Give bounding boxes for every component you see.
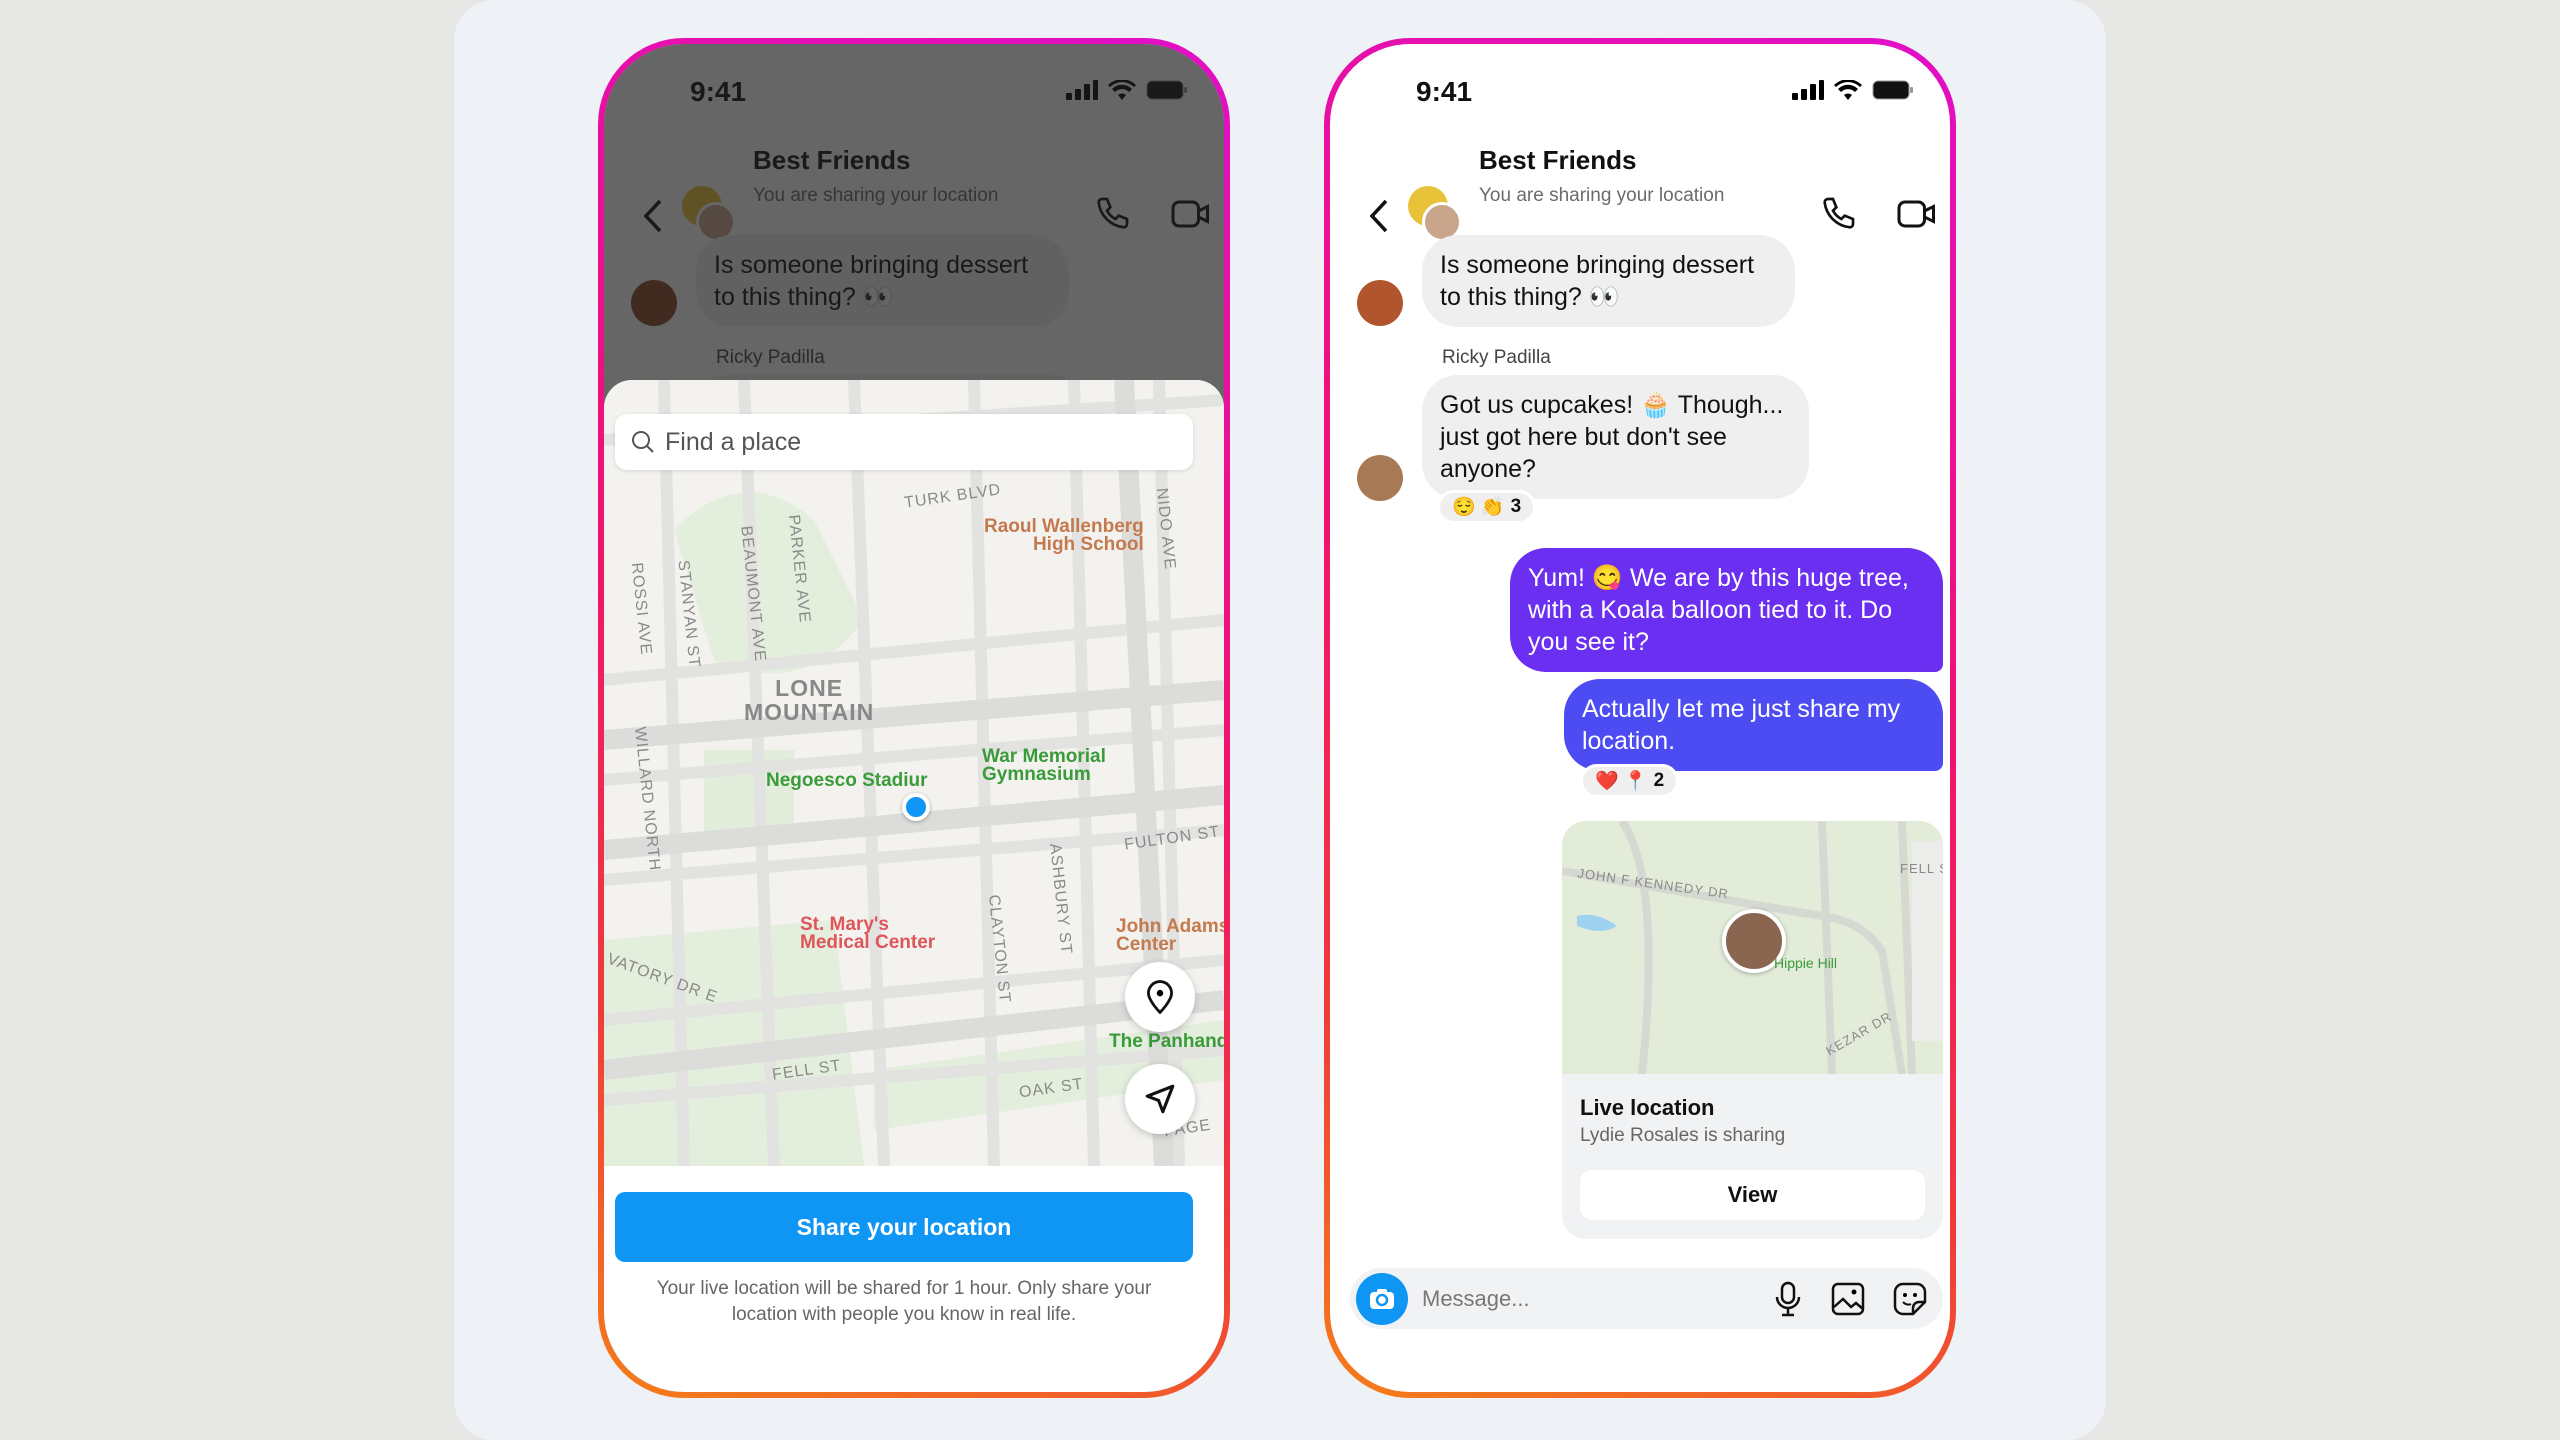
card-subtitle: Lydie Rosales is sharing bbox=[1580, 1125, 1786, 1146]
message-input[interactable]: Message... bbox=[1408, 1286, 1775, 1312]
message-bubble: Is someone bringing dessert to this thin… bbox=[1422, 235, 1795, 327]
sticker-icon[interactable] bbox=[1893, 1282, 1927, 1316]
search-input[interactable]: Find a place bbox=[615, 414, 1193, 470]
phone-chat: 9:41 Best Friends You are sharing your l… bbox=[1324, 38, 1956, 1398]
poi-label: St. Mary's Medical Center bbox=[800, 914, 936, 953]
sender-name: Ricky Padilla bbox=[1442, 347, 1551, 368]
sent-message-bubble: Yum! 😋 We are by this huge tree, with a … bbox=[1510, 548, 1943, 672]
phone-share-location: 9:41 Best Friends You are sharing your l… bbox=[598, 38, 1230, 1398]
share-location-button[interactable]: Share your location bbox=[615, 1192, 1193, 1262]
video-camera-icon[interactable] bbox=[1896, 196, 1938, 232]
reactions-pill[interactable]: ❤️ 📍 2 bbox=[1580, 764, 1680, 798]
camera-icon bbox=[1370, 1288, 1394, 1309]
screen: 9:41 Best Friends You are sharing your l… bbox=[604, 44, 1224, 1392]
map[interactable]: TURK BLVD FULTON ST FELL ST OAK ST PAGE … bbox=[604, 380, 1224, 1166]
view-button[interactable]: View bbox=[1580, 1170, 1925, 1220]
status-time: 9:41 bbox=[1416, 76, 1473, 107]
area-label: LONE MOUNTAIN bbox=[744, 675, 875, 725]
camera-button[interactable] bbox=[1356, 1272, 1408, 1325]
pin-icon bbox=[1147, 980, 1173, 1015]
live-location-card[interactable]: JOHN F KENNEDY DR FELL S KEZAR DR Hippie… bbox=[1562, 821, 1943, 1239]
current-location-dot bbox=[902, 793, 930, 821]
drop-pin-button[interactable] bbox=[1125, 962, 1195, 1032]
poi-label: Hippie Hill bbox=[1774, 955, 1838, 971]
disclaimer-text: Your live location will be shared for 1 … bbox=[656, 1278, 1152, 1325]
street-label: FELL S bbox=[1900, 861, 1943, 876]
microphone-icon[interactable] bbox=[1775, 1281, 1801, 1317]
signal-icon bbox=[1792, 80, 1824, 100]
message-composer: Message... bbox=[1350, 1268, 1943, 1329]
status-icons bbox=[1792, 80, 1914, 100]
card-title: Live location bbox=[1580, 1095, 1715, 1120]
share-location-sheet: TURK BLVD FULTON ST FELL ST OAK ST PAGE … bbox=[604, 380, 1224, 1392]
wifi-icon bbox=[1834, 80, 1862, 100]
phone-icon[interactable] bbox=[1818, 194, 1858, 234]
search-placeholder: Find a place bbox=[665, 427, 802, 456]
chat-title: Best Friends bbox=[1479, 145, 1637, 175]
poi-label: The Panhandl bbox=[1109, 1031, 1224, 1052]
poi-label: Raoul Wallenberg High School bbox=[984, 516, 1144, 555]
recenter-button[interactable] bbox=[1125, 1064, 1195, 1134]
search-icon bbox=[632, 431, 654, 453]
screen: 9:41 Best Friends You are sharing your l… bbox=[1330, 44, 1950, 1392]
gallery-icon[interactable] bbox=[1831, 1282, 1865, 1316]
card-map[interactable]: JOHN F KENNEDY DR FELL S KEZAR DR Hippie… bbox=[1562, 821, 1943, 1074]
back-chevron-icon[interactable] bbox=[1368, 198, 1392, 234]
sender-avatar[interactable] bbox=[1357, 455, 1403, 501]
sent-message-bubble: Actually let me just share my location. bbox=[1564, 679, 1943, 771]
sender-avatar[interactable] bbox=[1357, 280, 1403, 326]
message-bubble: Got us cupcakes! 🧁 Though... just got he… bbox=[1422, 375, 1809, 499]
chat-subtitle: You are sharing your location bbox=[1479, 185, 1725, 206]
poi-label: War Memorial Gymnasium bbox=[982, 746, 1106, 785]
poi-label: Negoesco Stadiur bbox=[766, 770, 928, 791]
poi-label: John Adams Center bbox=[1116, 916, 1224, 955]
reactions-pill[interactable]: 😌 👏 3 bbox=[1437, 490, 1537, 524]
battery-icon bbox=[1872, 80, 1913, 100]
navigation-arrow-icon bbox=[1145, 1084, 1175, 1114]
